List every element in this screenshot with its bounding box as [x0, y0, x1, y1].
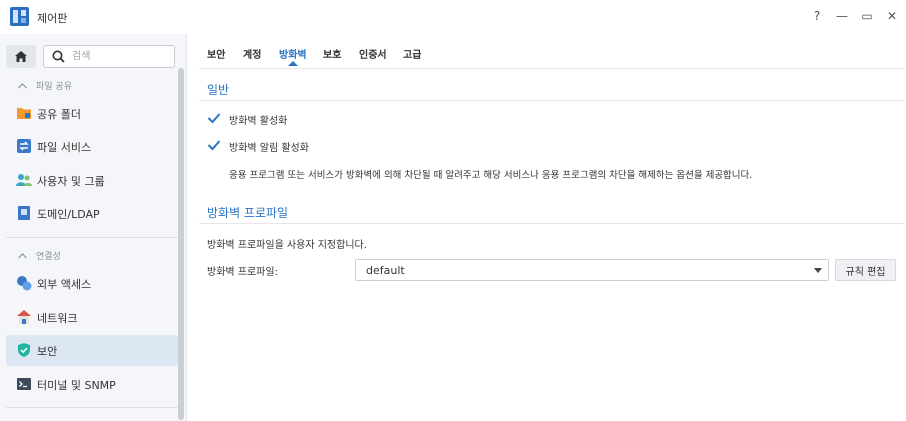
sidebar-item-file-services[interactable]: 파일 서비스: [6, 131, 178, 162]
section-label: 파일 공유: [36, 82, 72, 92]
sidebar-item-label: 사용자 및 그룹: [37, 175, 105, 188]
sidebar-item-label: 도메인/LDAP: [37, 208, 100, 221]
sidebar-item-network[interactable]: 네트워크: [6, 302, 178, 333]
help-button[interactable]: ?: [809, 8, 825, 24]
sidebar-item-external-access[interactable]: 외부 액세스: [6, 268, 178, 299]
sidebar-item-security[interactable]: 보안: [6, 335, 178, 366]
section-title-profile: 방화벽 프로파일: [207, 206, 289, 220]
sidebar-item-terminal-snmp[interactable]: 터미널 및 SNMP: [6, 369, 178, 400]
tab-firewall[interactable]: 방화벽: [279, 46, 307, 61]
edit-rules-button[interactable]: 규칙 편집: [835, 259, 896, 281]
section-divider: [199, 100, 904, 101]
sidebar-item-label: 외부 액세스: [37, 278, 92, 291]
security-shield-icon: [18, 343, 30, 357]
user-group-icon: [16, 174, 32, 186]
section-label: 연결성: [36, 252, 61, 262]
close-button[interactable]: ✕: [884, 8, 900, 24]
profile-description: 방화벽 프로파일을 사용자 지정합니다.: [207, 240, 367, 251]
enable-firewall-checkbox[interactable]: [207, 111, 221, 125]
notification-description: 응용 프로그램 또는 서비스가 방화벽에 의해 차단될 때 알려주고 해당 서비…: [229, 170, 753, 181]
network-icon: [17, 310, 31, 324]
chevron-up-icon: [18, 82, 27, 88]
domain-ldap-icon: [18, 206, 30, 220]
firewall-profile-select[interactable]: default: [355, 259, 829, 281]
sidebar-scrollbar[interactable]: [178, 68, 184, 420]
tab-security[interactable]: 보안: [207, 46, 225, 61]
sidebar-item-domain-ldap[interactable]: 도메인/LDAP: [6, 198, 178, 229]
enable-notifications-label: 방화벽 알림 활성화: [229, 143, 309, 154]
home-button[interactable]: [6, 45, 36, 68]
sidebar-item-label: 공유 폴더: [37, 108, 81, 121]
search-input[interactable]: [72, 49, 170, 64]
tab-protection[interactable]: 보호: [323, 46, 341, 61]
sidebar-item-shared-folder[interactable]: 공유 폴더: [6, 98, 178, 129]
section-connectivity[interactable]: 연결성: [18, 249, 61, 262]
sidebar-divider: [6, 407, 178, 408]
tab-certificate[interactable]: 인증서: [359, 46, 387, 61]
active-tab-indicator: [288, 61, 298, 66]
dropdown-arrow-icon: [814, 268, 822, 273]
sidebar-item-label: 터미널 및 SNMP: [37, 379, 116, 392]
home-icon: [15, 51, 27, 62]
enable-firewall-label: 방화벽 활성화: [229, 116, 288, 127]
sidebar-item-label: 네트워크: [37, 312, 78, 325]
chevron-up-icon: [18, 252, 27, 258]
section-file-sharing[interactable]: 파일 공유: [18, 79, 72, 92]
enable-notifications-checkbox[interactable]: [207, 138, 221, 152]
sidebar-item-label: 보안: [37, 345, 58, 358]
sidebar-divider: [6, 237, 178, 238]
file-services-icon: [17, 139, 31, 153]
maximize-button[interactable]: ▭: [859, 8, 875, 24]
section-divider: [199, 223, 904, 224]
sidebar-item-user-group[interactable]: 사용자 및 그룹: [6, 165, 178, 196]
title-bar: 제어판 ? — ▭ ✕: [0, 0, 906, 34]
minimize-button[interactable]: —: [834, 8, 850, 24]
control-panel-app-icon: [10, 7, 29, 26]
external-access-icon: [17, 276, 32, 291]
profile-field-label: 방화벽 프로파일:: [207, 267, 278, 278]
search-field[interactable]: [43, 45, 175, 68]
terminal-icon: [17, 378, 31, 390]
section-title-general: 일반: [207, 83, 230, 97]
tab-account[interactable]: 계정: [243, 46, 261, 61]
tab-advanced[interactable]: 고급: [403, 46, 421, 61]
sidebar-item-label: 파일 서비스: [37, 141, 92, 154]
shared-folder-icon: [17, 108, 31, 119]
sidebar: 파일 공유 공유 폴더 파일 서비스 사용자 및 그룹 도메인/LDAP: [0, 34, 187, 421]
search-icon: [52, 50, 65, 63]
tab-bar: 보안 계정 방화벽 보호 인증서 고급: [199, 34, 904, 69]
selected-profile: default: [366, 264, 405, 277]
window-title: 제어판: [37, 12, 68, 25]
